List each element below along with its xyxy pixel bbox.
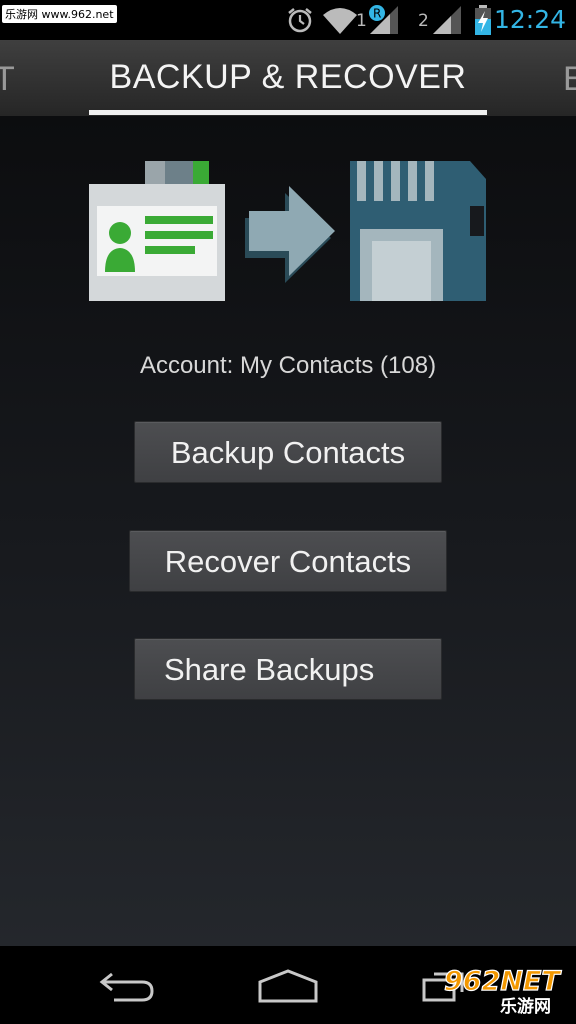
svg-text:乐游网: 乐游网: [500, 996, 551, 1017]
battery-charging-icon: [475, 5, 491, 35]
home-icon[interactable]: [257, 968, 319, 1004]
arrow-right-icon: [245, 186, 335, 283]
sd-card-icon: [350, 161, 486, 301]
back-icon[interactable]: [98, 968, 158, 1002]
main-content: Account: My Contacts (108) Backup Contac…: [0, 116, 576, 946]
watermark-logo: 962NET 乐游网: [443, 965, 563, 1017]
tab-indicator: [89, 110, 487, 115]
status-clock: 12:24: [493, 5, 566, 34]
sim1-label: 1: [356, 11, 367, 31]
alarm-icon: [288, 8, 312, 33]
tab-previous[interactable]: T: [0, 60, 15, 99]
tab-backup-recover[interactable]: BACKUP & RECOVER: [89, 58, 487, 97]
signal-sim1-icon: [370, 6, 398, 34]
recover-contacts-button[interactable]: Recover Contacts: [129, 530, 447, 592]
watermark-label: 乐游网 www.962.net: [2, 5, 117, 23]
signal-sim2-icon: [433, 6, 461, 34]
tab-next[interactable]: E: [563, 60, 576, 99]
contact-card-icon: [89, 161, 225, 301]
hero-illustration: [89, 161, 486, 301]
wifi-icon: [323, 8, 357, 34]
account-label: Account: My Contacts (108): [139, 352, 437, 379]
status-bar: 乐游网 www.962.net 1 R 2 12:24: [0, 0, 576, 40]
share-backups-button[interactable]: Share Backups: [134, 638, 442, 700]
backup-contacts-button[interactable]: Backup Contacts: [134, 421, 442, 483]
tab-strip: T BACKUP & RECOVER E: [0, 40, 576, 117]
sim2-label: 2: [418, 11, 429, 31]
svg-text:962NET: 962NET: [444, 966, 562, 997]
